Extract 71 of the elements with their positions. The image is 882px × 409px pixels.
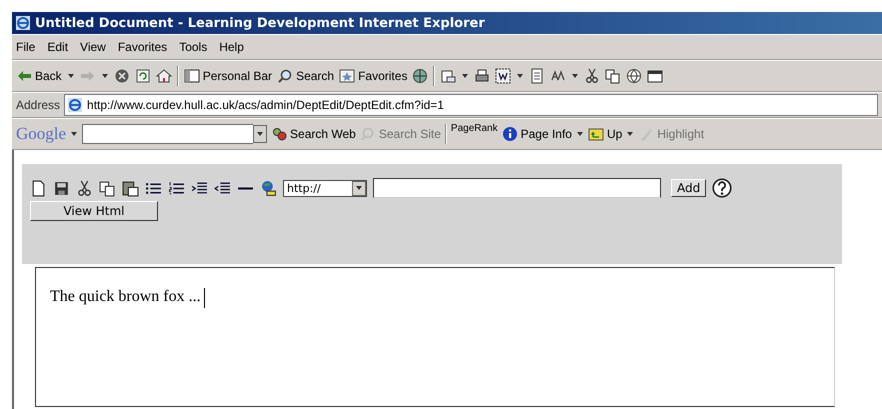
page-icon: [67, 97, 84, 113]
favorites-button[interactable]: Favorites: [339, 68, 408, 84]
scissors-icon: [584, 68, 600, 84]
caret-icon[interactable]: [571, 72, 580, 80]
editor-area[interactable]: The quick brown fox ...: [35, 267, 835, 407]
printer-icon: [474, 68, 490, 84]
caret-icon[interactable]: [100, 72, 109, 80]
globe-icon[interactable]: [260, 180, 277, 196]
caret-icon[interactable]: [66, 72, 75, 80]
print-button[interactable]: [474, 68, 490, 84]
caret-icon: [355, 184, 363, 192]
help-icon[interactable]: [712, 178, 732, 198]
copy-icon: [605, 68, 622, 84]
caret-icon[interactable]: [70, 130, 78, 138]
globe-icon: [412, 68, 428, 84]
scissors-icon[interactable]: [76, 180, 93, 196]
numbered-list-icon[interactable]: [168, 180, 185, 196]
refresh-icon: [134, 68, 151, 84]
link-field[interactable]: [373, 178, 661, 198]
cut-button[interactable]: [584, 68, 600, 84]
window-button[interactable]: [647, 68, 664, 84]
up-button[interactable]: Up: [588, 126, 622, 142]
copy-button[interactable]: [605, 68, 622, 84]
stop-icon: [114, 68, 130, 84]
window-icon: [647, 68, 664, 84]
indent-icon[interactable]: [191, 180, 208, 196]
pagerank-label: PageRank: [450, 123, 498, 134]
editor-text: The quick brown fox ...: [50, 288, 201, 306]
history-button[interactable]: [412, 68, 428, 84]
caret-icon[interactable]: [576, 130, 584, 138]
new-document-icon[interactable]: [30, 180, 47, 196]
search-field[interactable]: [82, 124, 254, 144]
protocol-select[interactable]: http://: [283, 180, 367, 196]
menu-item[interactable]: Edit: [47, 40, 68, 54]
home-button[interactable]: [156, 68, 172, 84]
caret-icon[interactable]: [461, 72, 470, 80]
caret-icon[interactable]: [516, 72, 524, 80]
folder-icon: [588, 126, 604, 142]
copy-icon[interactable]: [99, 180, 116, 196]
search-button[interactable]: Search: [277, 68, 334, 84]
window-title: Untitled Document - Learning Development Internet Explorer: [35, 16, 485, 30]
browser-icon: [15, 15, 31, 31]
panel-icon: [184, 68, 200, 84]
arrow-right-icon: [80, 68, 96, 84]
personal-bar-button[interactable]: Personal Bar: [184, 68, 272, 84]
address-field[interactable]: http://www.curdev.hull.ac.uk/acs/admin/DeptEdit/DeptEdit.cfm?id=1: [64, 94, 878, 116]
web-button[interactable]: [626, 68, 642, 84]
text-cursor: [204, 288, 205, 308]
search-icon: [277, 68, 294, 84]
menu-item[interactable]: File: [16, 40, 36, 54]
address-label: Address: [16, 98, 60, 112]
menu-item[interactable]: Favorites: [118, 40, 168, 54]
view-html-button[interactable]: View Html: [30, 201, 158, 221]
menu-item[interactable]: Help: [219, 40, 244, 54]
search-web-button[interactable]: Search Web: [271, 126, 356, 142]
dropdown-button[interactable]: [253, 125, 268, 143]
house-icon: [156, 68, 172, 84]
outdent-icon[interactable]: [214, 180, 231, 196]
add-button[interactable]: Add: [671, 179, 706, 197]
globe-icon: [626, 68, 642, 84]
caret-icon: [256, 130, 264, 138]
paste-icon[interactable]: [122, 180, 139, 196]
info-icon: [502, 126, 518, 142]
menu-item[interactable]: View: [80, 40, 106, 54]
back-button[interactable]: Back: [16, 68, 62, 84]
page-info-button[interactable]: Page Info: [502, 126, 572, 142]
refresh-button[interactable]: [134, 68, 151, 84]
menu-item[interactable]: Tools: [179, 40, 208, 54]
search-icon: [360, 126, 376, 142]
caret-icon[interactable]: [626, 130, 634, 138]
stop-button[interactable]: [114, 68, 130, 84]
